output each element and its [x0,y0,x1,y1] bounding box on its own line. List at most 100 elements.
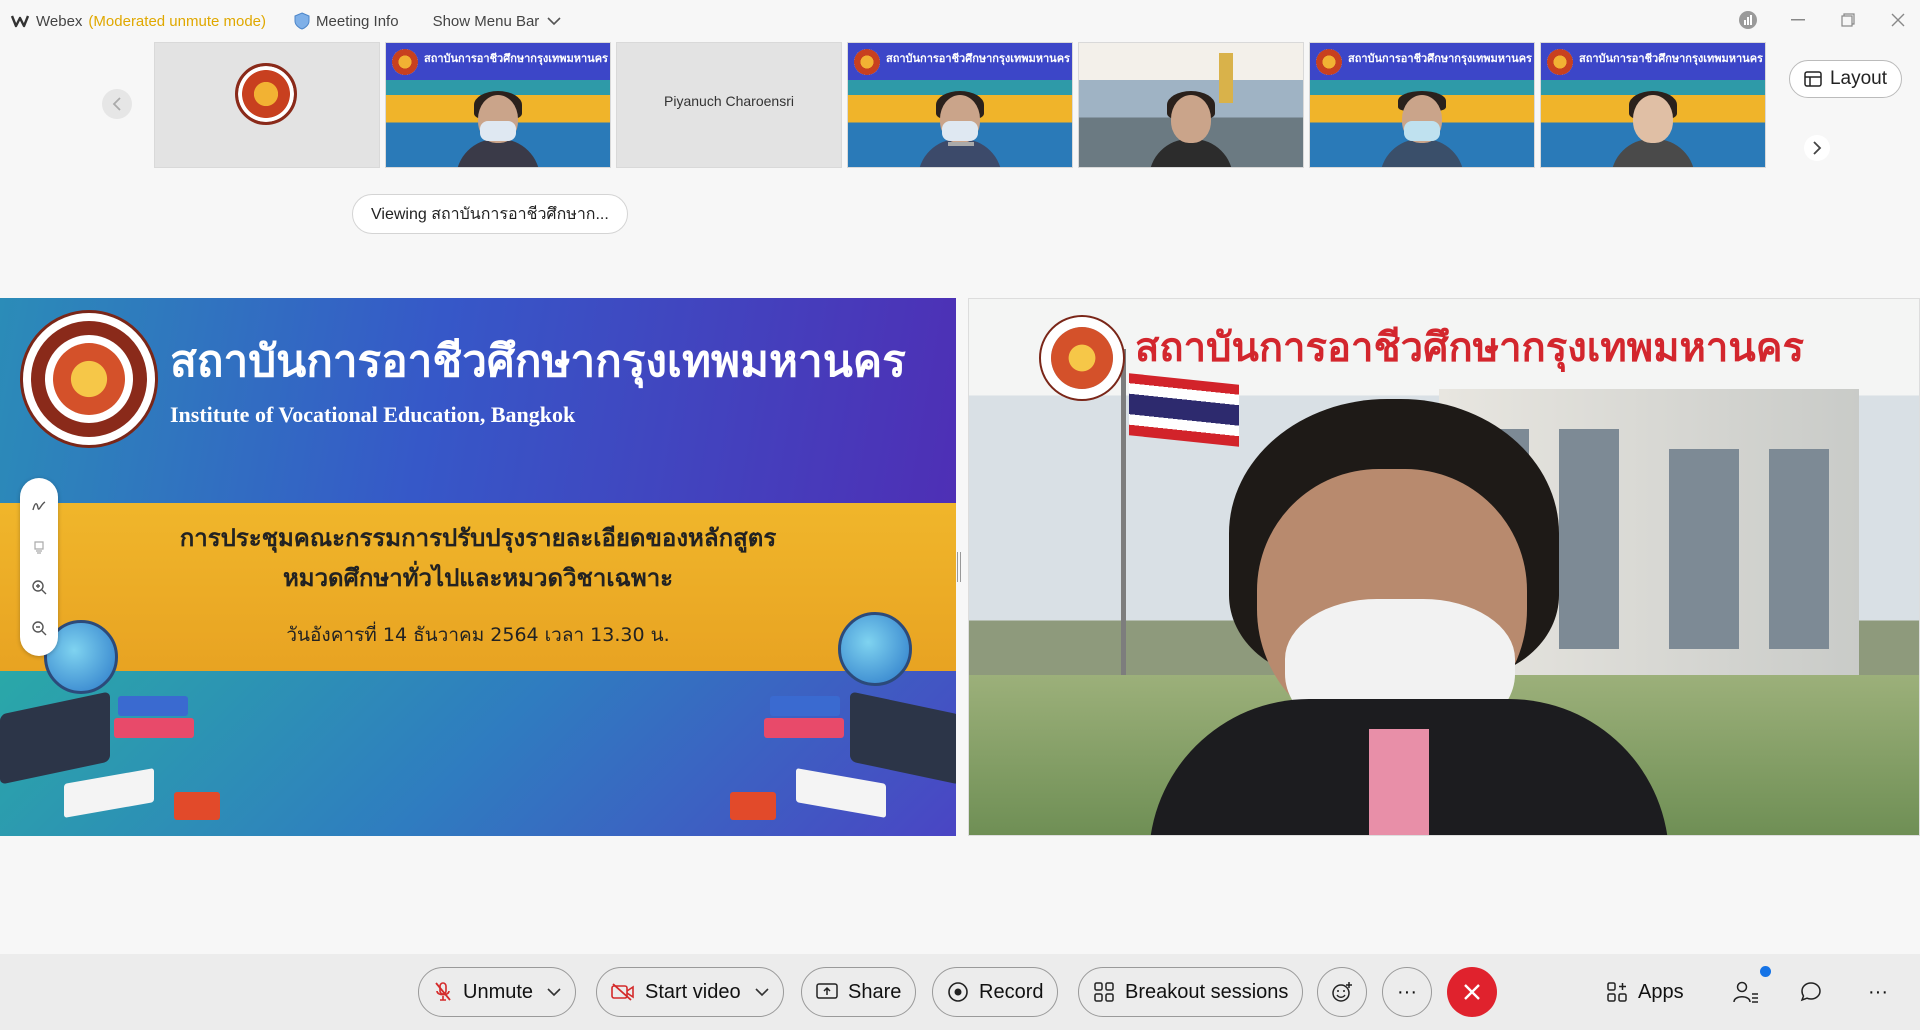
institute-seal-logo [20,310,158,448]
annotation-toolbar [20,478,58,656]
reactions-button[interactable] [1317,967,1367,1017]
chat-button[interactable] [1800,967,1822,1017]
notification-dot [1760,966,1771,977]
participant-thumbnail-name[interactable]: Piyanuch Charoensri [616,42,842,168]
close-icon[interactable] [1884,6,1912,34]
participant-thumbnail-video[interactable]: สถาบันการอาชีวศึกษากรุงเทพมหานคร [385,42,611,168]
show-menu-bar-label: Show Menu Bar [432,12,540,30]
breakout-grid-icon [1094,982,1114,1002]
participant-video-person [1380,91,1464,167]
record-button[interactable]: Record [932,967,1059,1017]
participant-name: Piyanuch Charoensri [664,93,794,109]
apps-label: Apps [1638,980,1684,1003]
chat-icon [1800,982,1821,1002]
share-button[interactable]: Share [801,967,917,1017]
record-icon [948,982,968,1002]
meeting-control-bar: Unmute Start video Share Record Breakout… [0,954,1920,1030]
viewing-share-indicator[interactable]: Viewing สถาบันการอาชีวศึกษาก... [352,194,628,234]
participant-video-person [1611,91,1695,167]
share-icon [816,983,838,999]
breakout-sessions-button[interactable]: Breakout sessions [1078,967,1304,1017]
institute-seal-logo [1039,315,1125,401]
slide-meeting-date: วันอังคารที่ 14 ธันวาคม 2564 เวลา 13.30 … [286,624,670,646]
participant-thumbnail-logo[interactable] [154,42,380,168]
participant-thumbnail-video[interactable]: สถาบันการอาชีวศึกษากรุงเทพมหานคร [1540,42,1766,168]
smiley-plus-icon [1332,982,1352,1002]
layout-button[interactable]: Layout [1788,60,1902,98]
participants-icon [1733,981,1758,1003]
window-controls [1734,6,1912,34]
minimize-icon[interactable] [1784,6,1812,34]
book-stack-illustration [114,718,194,738]
video-off-icon [611,983,634,1001]
start-video-button[interactable]: Start video [596,967,784,1017]
participant-video-person [456,91,540,167]
participant-video-person [918,91,1002,167]
more-options-button[interactable]: ··· [1382,967,1432,1017]
thumbnail-slide-title: สถาบันการอาชีวศึกษากรุงเทพมหานคร [886,53,1070,65]
breakout-sessions-label: Breakout sessions [1125,980,1289,1003]
more-menu-button[interactable]: ··· [1868,967,1888,1017]
slide-title-english: Institute of Vocational Education, Bangk… [170,402,576,427]
restore-icon[interactable] [1834,6,1862,34]
institute-seal-icon [1547,49,1573,75]
annotate-pen-icon[interactable] [27,494,51,518]
record-label: Record [979,980,1044,1003]
more-options-label: ··· [1397,980,1417,1003]
chevron-down-icon[interactable] [755,987,769,997]
title-bar: Webex (Moderated unmute mode) Meeting In… [0,0,1920,42]
chevron-down-icon [547,17,561,26]
layout-label: Layout [1829,68,1887,89]
speaker-person [1149,399,1669,835]
stage-split-handle[interactable] [957,552,961,582]
microphone-muted-icon [435,982,451,1001]
app-name: Webex [36,12,83,30]
institute-seal-icon [392,49,418,75]
participant-thumbnail-video[interactable] [1078,42,1304,168]
thumbnail-slide-title: สถาบันการอาชีวศึกษากรุงเทพมหานคร [424,53,608,65]
institute-seal-icon [854,49,880,75]
unmute-label: Unmute [463,980,534,1003]
meeting-info-label: Meeting Info [316,12,399,30]
webex-logo-icon [10,15,30,28]
participant-thumbnail-video[interactable]: สถาบันการอาชีวศึกษากรุงเทพมหานคร [1309,42,1535,168]
chevron-right-icon [1813,141,1822,155]
share-label: Share [848,980,902,1003]
show-menu-bar-button[interactable]: Show Menu Bar [433,13,568,30]
shared-content-slide: สถาบันการอาชีวศึกษากรุงเทพมหานคร Institu… [0,298,956,836]
layout-icon [1804,71,1822,87]
institute-seal-icon [1316,49,1342,75]
chevron-left-icon [112,97,121,111]
strip-next-button[interactable] [1804,135,1830,161]
meeting-info-button[interactable]: Meeting Info [294,12,399,30]
apps-icon [1607,982,1627,1002]
zoom-in-icon[interactable] [27,575,51,599]
globe-illustration [838,612,912,686]
webex-meeting-window: Webex (Moderated unmute mode) Meeting In… [0,0,1920,1030]
active-speaker-video: สถาบันการอาชีวศึกษากรุงเทพมหานคร [968,298,1920,836]
institute-seal-icon [235,63,297,125]
thumbnail-slide-title: สถาบันการอาชีวศึกษากรุงเทพมหานคร [1348,53,1532,65]
video-background-title: สถาบันการอาชีวศึกษากรุงเทพมหานคร [1135,324,1804,371]
end-meeting-button[interactable] [1447,967,1497,1017]
apps-button[interactable]: Apps [1606,967,1684,1017]
strip-previous-button[interactable] [102,89,132,119]
participant-video-person [1149,91,1233,167]
slide-title-thai: สถาบันการอาชีวศึกษากรุงเทพมหานคร [170,336,906,387]
participant-thumbnail-video[interactable]: สถาบันการอาชีวศึกษากรุงเทพมหานคร [847,42,1073,168]
shield-icon [294,12,310,30]
slide-meeting-title: การประชุมคณะกรรมการปรับปรุงรายละเอียดของ… [179,524,777,552]
unmute-mode-label: (Moderated unmute mode) [88,12,267,30]
more-menu-label: ··· [1868,980,1888,1003]
participants-button[interactable] [1733,967,1759,1017]
viewing-label: Viewing สถาบันการอาชีวศึกษาก... [371,205,609,223]
unmute-button[interactable]: Unmute [418,967,577,1017]
signal-stats-icon[interactable] [1734,6,1762,34]
close-icon [1464,984,1480,1000]
strip-resize-handle[interactable] [948,142,974,146]
zoom-out-icon[interactable] [27,616,51,640]
eraser-icon[interactable] [27,535,51,559]
slide-meeting-subtitle: หมวดศึกษาทั่วไปและหมวดวิชาเฉพาะ [282,564,674,592]
chevron-down-icon[interactable] [547,987,561,997]
book-stack-illustration [764,718,844,738]
